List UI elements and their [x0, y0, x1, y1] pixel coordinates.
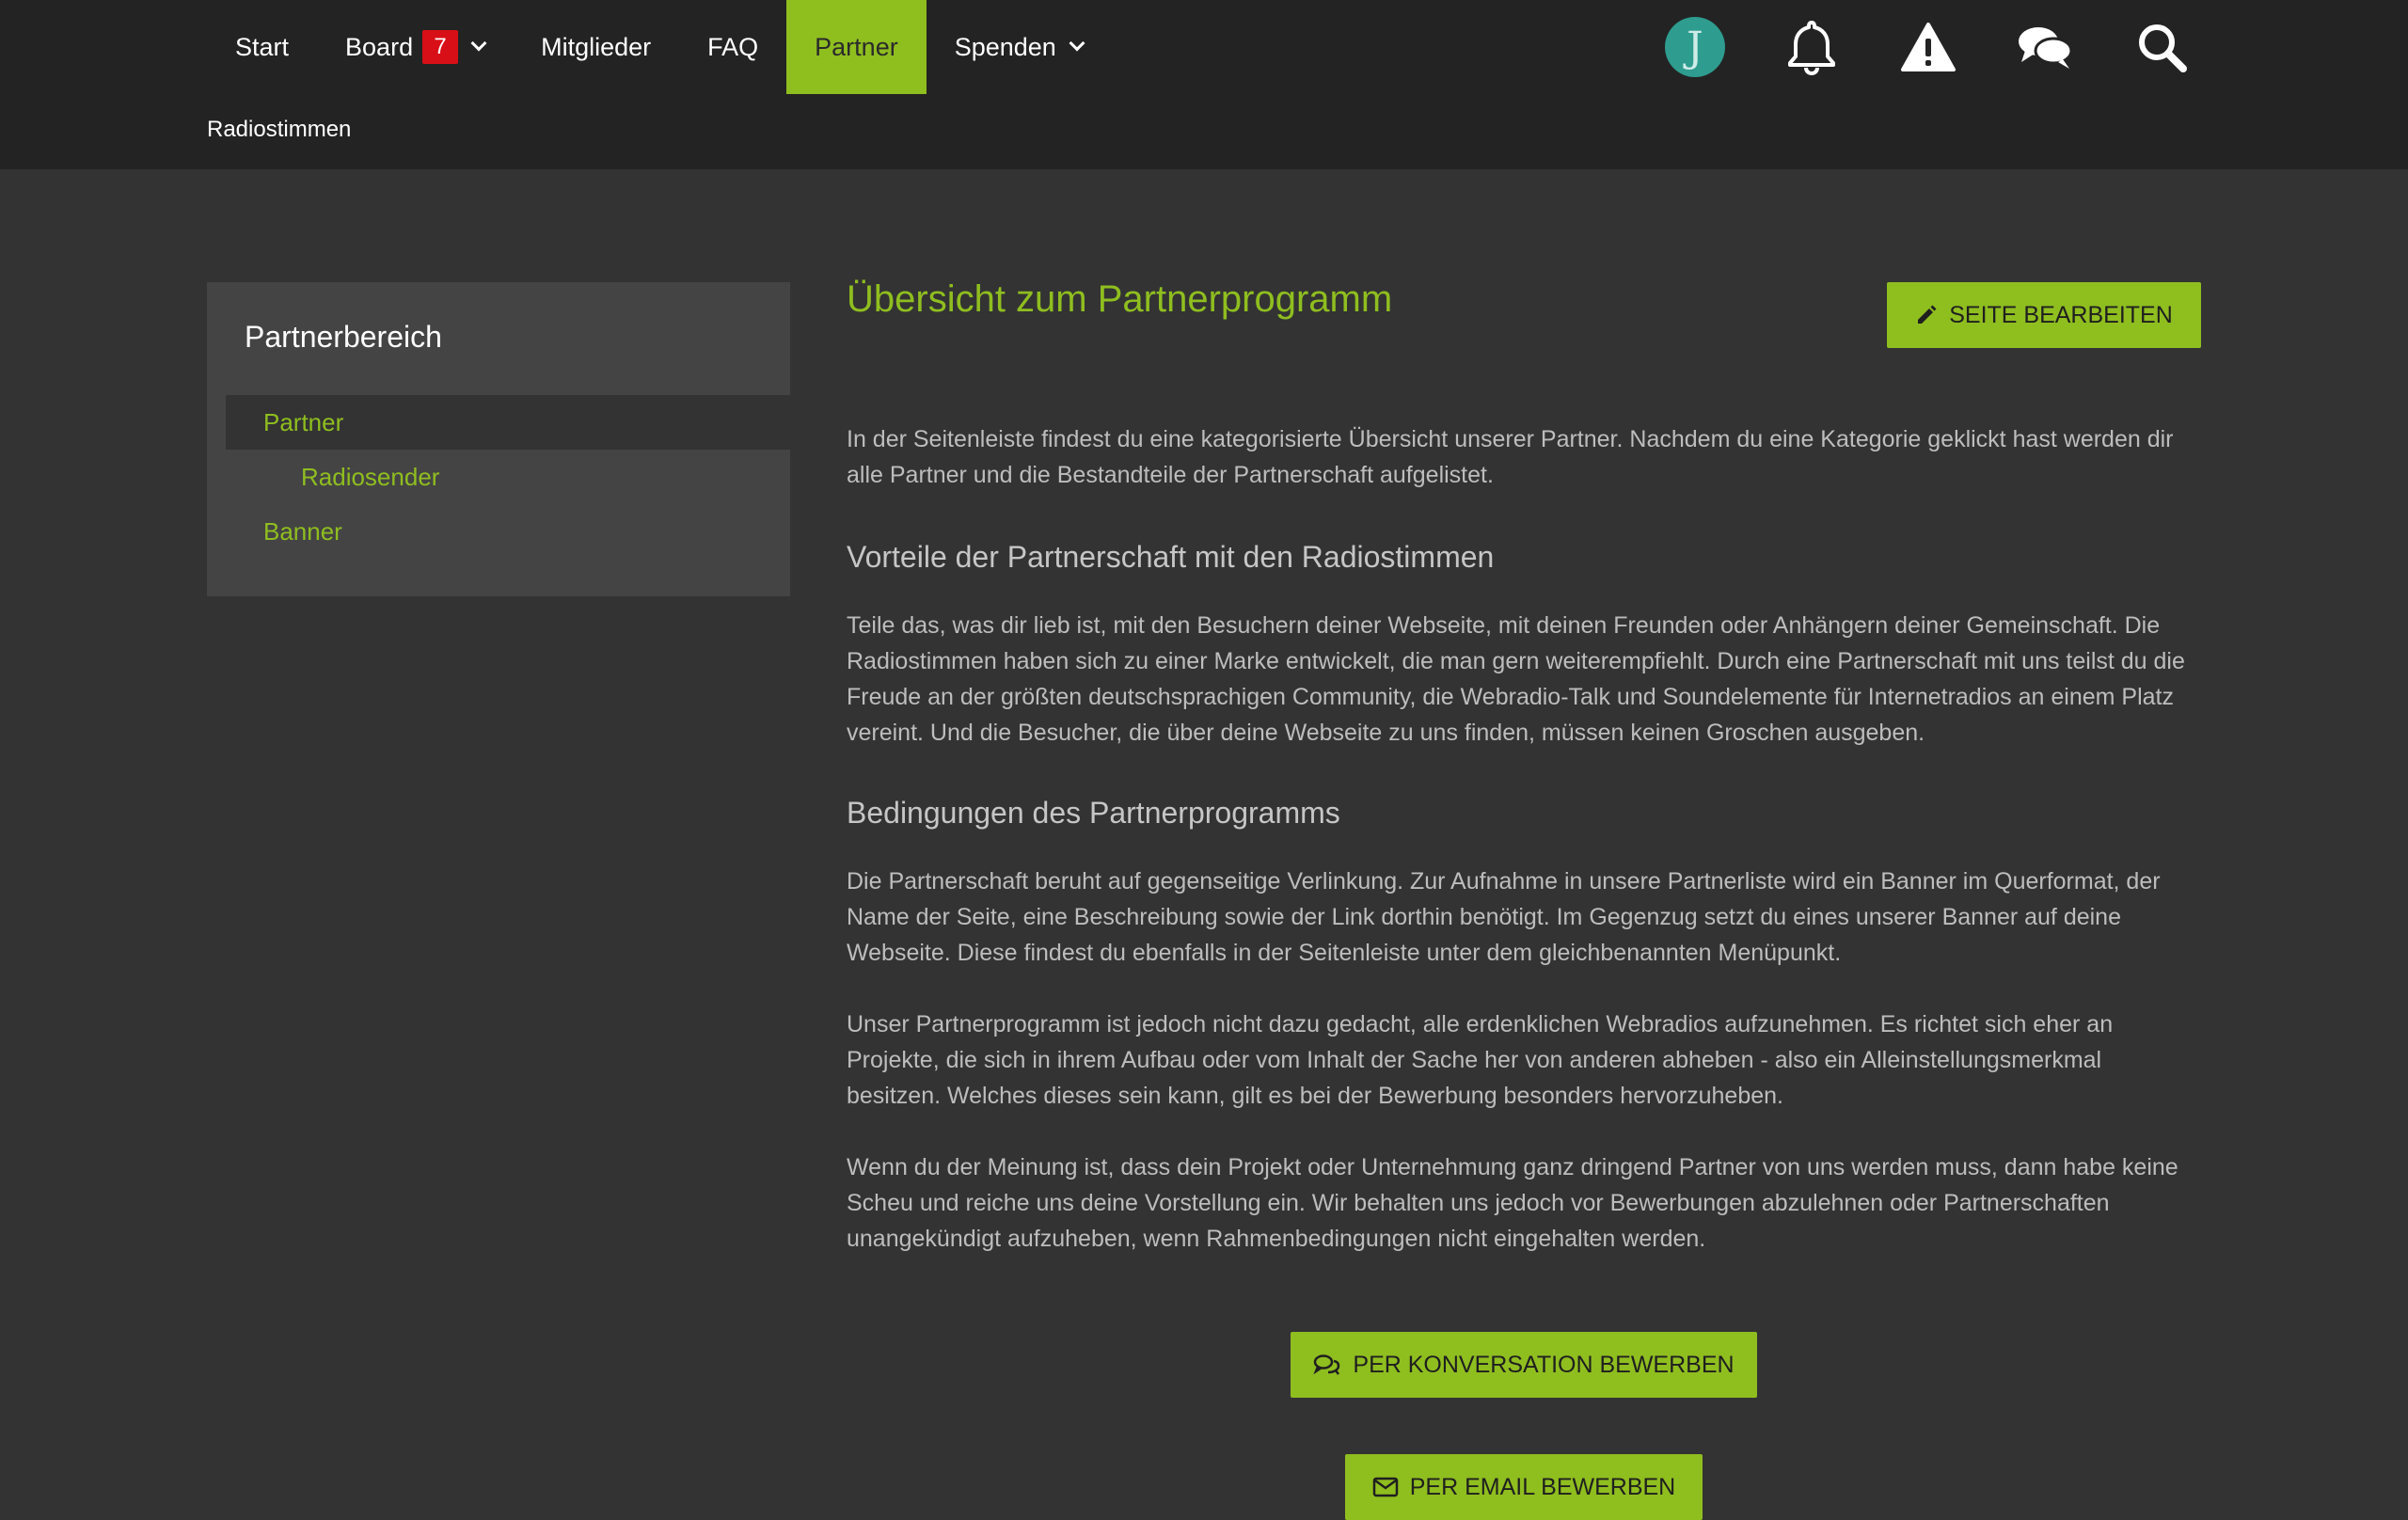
- notifications-button[interactable]: [1753, 0, 1870, 94]
- sidebar-title: Partnerbereich: [245, 320, 442, 354]
- conversations-icon: [2019, 27, 2073, 69]
- section-text-bedingungen-3: Wenn du der Meinung ist, dass dein Proje…: [847, 1154, 2178, 1252]
- intro-text: In der Seitenleiste findest du eine kate…: [847, 426, 2174, 488]
- pencil-icon: [1918, 305, 1937, 324]
- sidebar-item-radiosender[interactable]: Radiosender: [226, 450, 790, 504]
- nav-item-label: Spenden: [954, 32, 1056, 61]
- user-navigation: J: [1637, 0, 2220, 94]
- nav-item-spenden[interactable]: Spenden: [927, 0, 1111, 94]
- section-heading-vorteile: Vorteile der Partnerschaft mit den Radio…: [847, 540, 1495, 574]
- sidebar-item-label: Partner: [263, 407, 344, 436]
- section-text-bedingungen-1: Die Partnerschaft beruht auf gegenseitig…: [847, 868, 2161, 966]
- section-text-bedingungen-2: Unser Partnerprogramm ist jedoch nicht d…: [847, 1011, 2114, 1109]
- apply-by-email-button[interactable]: PER EMAIL BEWERBEN: [1345, 1454, 1703, 1520]
- nav-item-label: Board: [345, 32, 414, 61]
- nav-item-start[interactable]: Start: [207, 0, 317, 94]
- apply-by-conversation-label: PER KONVERSATION BEWERBEN: [1353, 1351, 1735, 1378]
- edit-page-button[interactable]: SEITE BEARBEITEN: [1887, 282, 2201, 348]
- nav-item-faq[interactable]: FAQ: [679, 0, 786, 94]
- warnings-button[interactable]: [1870, 0, 1987, 94]
- sidebar: Partnerbereich Partner Radiosender Banne…: [207, 282, 790, 596]
- section-text-vorteile: Teile das, was dir lieb ist, mit den Bes…: [847, 612, 2185, 746]
- sidebar-item-partner[interactable]: Partner: [226, 395, 790, 450]
- conversations-button[interactable]: [1987, 0, 2103, 94]
- edit-page-label: SEITE BEARBEITEN: [1949, 301, 2173, 328]
- nav-item-label: Mitglieder: [541, 32, 652, 61]
- page-header: Start Board 7 Mitglieder FAQ Partner Spe…: [0, 0, 2408, 169]
- nav-item-mitglieder[interactable]: Mitglieder: [513, 0, 679, 94]
- nav-item-partner[interactable]: Partner: [786, 0, 927, 94]
- chevron-down-icon[interactable]: [470, 35, 487, 52]
- warning-icon: [1901, 23, 1956, 71]
- apply-by-email-label: PER EMAIL BEWERBEN: [1409, 1473, 1676, 1500]
- nav-item-board[interactable]: Board 7: [317, 0, 513, 94]
- sidebar-item-label: Radiosender: [301, 462, 440, 491]
- chevron-down-icon[interactable]: [1069, 35, 1085, 52]
- avatar: J: [1665, 17, 1725, 77]
- search-button[interactable]: [2103, 0, 2220, 94]
- search-icon: [2139, 24, 2187, 72]
- nav-item-label: FAQ: [707, 32, 759, 61]
- bell-icon: [1788, 21, 1835, 75]
- sidebar-item-label: Banner: [263, 516, 342, 546]
- apply-by-conversation-button[interactable]: PER KONVERSATION BEWERBEN: [1291, 1332, 1757, 1398]
- sidebar-item-banner[interactable]: Banner: [226, 504, 790, 559]
- nav-item-label: Partner: [815, 32, 898, 61]
- conversations-icon: [1313, 1354, 1340, 1375]
- section-heading-bedingungen: Bedingungen des Partnerprogramms: [847, 796, 1340, 830]
- user-menu-button[interactable]: J: [1637, 0, 1753, 94]
- breadcrumb[interactable]: Radiostimmen: [207, 117, 351, 143]
- board-notification-badge: 7: [422, 30, 459, 64]
- nav-item-label: Start: [235, 32, 290, 61]
- envelope-icon: [1372, 1477, 1398, 1497]
- main-navigation: Start Board 7 Mitglieder FAQ Partner Spe…: [207, 0, 1111, 94]
- page-title: Übersicht zum Partnerprogramm: [847, 278, 1393, 320]
